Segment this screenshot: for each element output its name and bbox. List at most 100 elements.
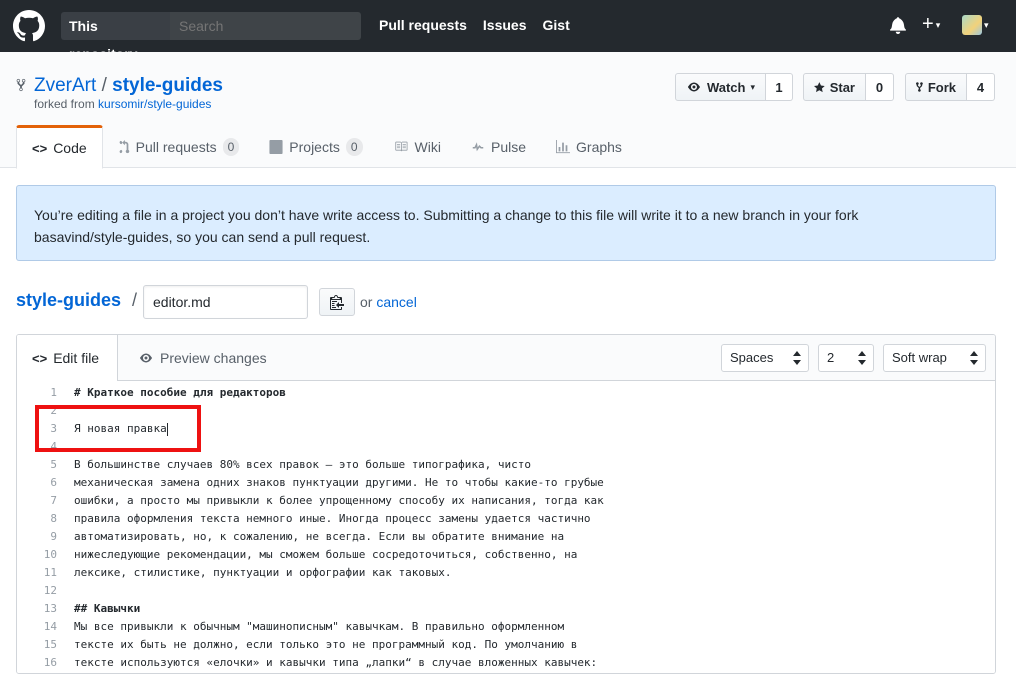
line-text: механическая замена одних знаков пунктуа…	[74, 476, 604, 489]
line-number: 12	[43, 584, 57, 597]
breadcrumb-root-link[interactable]: style-guides	[16, 290, 121, 311]
watch-group: Watch ▾ 1	[675, 73, 793, 101]
line-number: 6	[50, 476, 57, 489]
search-input[interactable]	[170, 12, 361, 40]
tab-projects[interactable]: Projects 0	[254, 125, 377, 168]
code-line[interactable]: 10 нижеследующие рекомендации, мы сможем …	[17, 546, 995, 564]
tab-wiki[interactable]: Wiki	[378, 125, 456, 168]
star-count[interactable]: 0	[866, 73, 894, 101]
cancel-link[interactable]: cancel	[376, 294, 416, 310]
breadcrumb-separator: /	[132, 290, 138, 310]
filename-input[interactable]	[143, 285, 308, 319]
code-line[interactable]: 14 Мы все привыкли к обычным "машинописны…	[17, 618, 995, 636]
wrap-mode-select[interactable]: Soft wrap	[883, 344, 986, 372]
star-group: Star 0	[803, 73, 894, 101]
eye-icon	[140, 353, 152, 363]
line-text: тексте их быть не должно, если только эт…	[74, 638, 578, 651]
copy-path-button[interactable]	[319, 288, 355, 316]
line-number: 16	[43, 656, 57, 669]
fork-count[interactable]: 4	[967, 73, 995, 101]
line-text: # Краткое пособие для редакторов	[74, 386, 286, 399]
repo-owner-link[interactable]: ZverArt	[34, 75, 96, 96]
repo-title: ZverArt / style-guides	[34, 75, 223, 97]
tab-counter: 0	[345, 137, 363, 156]
line-number: 15	[43, 638, 57, 651]
notifications-bell-icon[interactable]	[890, 16, 906, 34]
watch-count[interactable]: 1	[766, 73, 793, 101]
line-text: автоматизировать, но, к сожалению, не вс…	[74, 530, 565, 543]
code-icon: <>	[32, 140, 48, 156]
code-line[interactable]: 6 механическая замена одних знаков пункту…	[17, 474, 995, 492]
repo-nav: <> Code Pull requests 0 Projects 0 Wiki …	[16, 125, 637, 169]
line-number: 8	[50, 512, 57, 525]
tab-edit-file-label: Edit file	[53, 350, 100, 366]
or-text: or	[360, 294, 373, 310]
line-number: 13	[43, 602, 57, 615]
code-line[interactable]: 1 # Краткое пособие для редакторов	[17, 384, 995, 402]
editor-toolbar: <> Edit file Preview changes Spaces 2 So…	[17, 335, 995, 382]
line-number: 1	[50, 386, 57, 399]
code-line[interactable]: 15 тексте их быть не должно, если только …	[17, 636, 995, 654]
select-arrows-icon	[793, 351, 801, 365]
indent-mode-value: Spaces	[730, 350, 774, 365]
line-text: лексике, стилистике, пунктуации и орфогр…	[74, 566, 452, 579]
watch-button[interactable]: Watch ▾	[675, 73, 766, 101]
nav-gist[interactable]: Gist	[543, 17, 570, 33]
repo-name-link[interactable]: style-guides	[112, 75, 223, 96]
tab-code[interactable]: <> Code	[16, 125, 103, 169]
line-number: 14	[43, 620, 57, 633]
tab-pull-requests[interactable]: Pull requests 0	[103, 125, 255, 168]
line-text: нижеследующие рекомендации, мы сможем бо…	[74, 548, 578, 561]
code-line[interactable]: 9 автоматизировать, но, к сожалению, не в…	[17, 528, 995, 546]
global-header: This repository Pull requests Issues Gis…	[0, 0, 1016, 62]
code-line[interactable]: 5 В большинстве случаев 80% всех правок —…	[17, 456, 995, 474]
tab-label: Wiki	[414, 138, 441, 155]
clippy-icon	[330, 295, 344, 310]
code-line[interactable]: 16 тексте используются «елочки» и кавычки…	[17, 654, 995, 672]
user-menu-dropdown[interactable]: ▾	[962, 15, 989, 35]
tab-edit-file[interactable]: <> Edit file	[17, 335, 118, 382]
fork-group: Fork 4	[905, 73, 995, 101]
tab-label: Pulse	[490, 138, 527, 155]
create-new-dropdown[interactable]: + ▾	[922, 13, 940, 36]
line-text: правила оформления текста немного иные. …	[74, 512, 591, 525]
highlight-annotation-box	[35, 405, 201, 452]
repo-forked-icon	[16, 78, 26, 92]
star-icon	[814, 81, 825, 92]
line-number: 9	[50, 530, 57, 543]
tab-graphs[interactable]: Graphs	[541, 125, 637, 168]
star-label: Star	[829, 79, 855, 95]
code-line[interactable]: 12	[17, 582, 995, 600]
indent-size-select[interactable]: 2	[818, 344, 874, 372]
code-line[interactable]: 13 ## Кавычки	[17, 600, 995, 618]
line-text: В большинстве случаев 80% всех правок — …	[74, 458, 531, 471]
tab-pulse[interactable]: Pulse	[456, 125, 541, 168]
star-button[interactable]: Star	[803, 73, 866, 101]
indent-mode-select[interactable]: Spaces	[721, 344, 809, 372]
line-number: 11	[43, 566, 57, 579]
github-logo-icon[interactable]	[13, 10, 45, 42]
nav-issues[interactable]: Issues	[483, 17, 527, 33]
tab-preview-label: Preview changes	[160, 350, 267, 366]
select-arrows-icon	[970, 351, 978, 365]
code-line[interactable]: 11 лексике, стилистике, пунктуации и орфо…	[17, 564, 995, 582]
code-line[interactable]: 8 правила оформления текста немного иные.…	[17, 510, 995, 528]
line-number: 10	[43, 548, 57, 561]
code-line[interactable]: 7 ошибки, а просто мы привыкли к более уп…	[17, 492, 995, 510]
forked-from-link[interactable]: kursomir/style-guides	[98, 97, 211, 111]
flash-line-2: basavind/style-guides, so you can send a…	[34, 229, 371, 245]
fork-label: Fork	[927, 79, 956, 95]
tab-preview-changes[interactable]: Preview changes	[138, 335, 267, 381]
plus-icon: +	[922, 13, 934, 35]
code-icon: <>	[32, 350, 48, 366]
watch-label: Watch	[706, 79, 746, 95]
caret-down-icon: ▾	[750, 81, 755, 92]
nav-pull-requests[interactable]: Pull requests	[379, 17, 467, 33]
select-arrows-icon	[858, 351, 866, 365]
tab-label: Projects	[289, 138, 340, 155]
project-icon	[269, 139, 283, 154]
fork-button[interactable]: Fork	[905, 73, 967, 101]
line-text: Мы все привыкли к обычным "машинописным"…	[74, 620, 565, 633]
indent-size-value: 2	[827, 350, 835, 365]
line-text: ошибки, а просто мы привыкли к более упр…	[74, 494, 604, 507]
